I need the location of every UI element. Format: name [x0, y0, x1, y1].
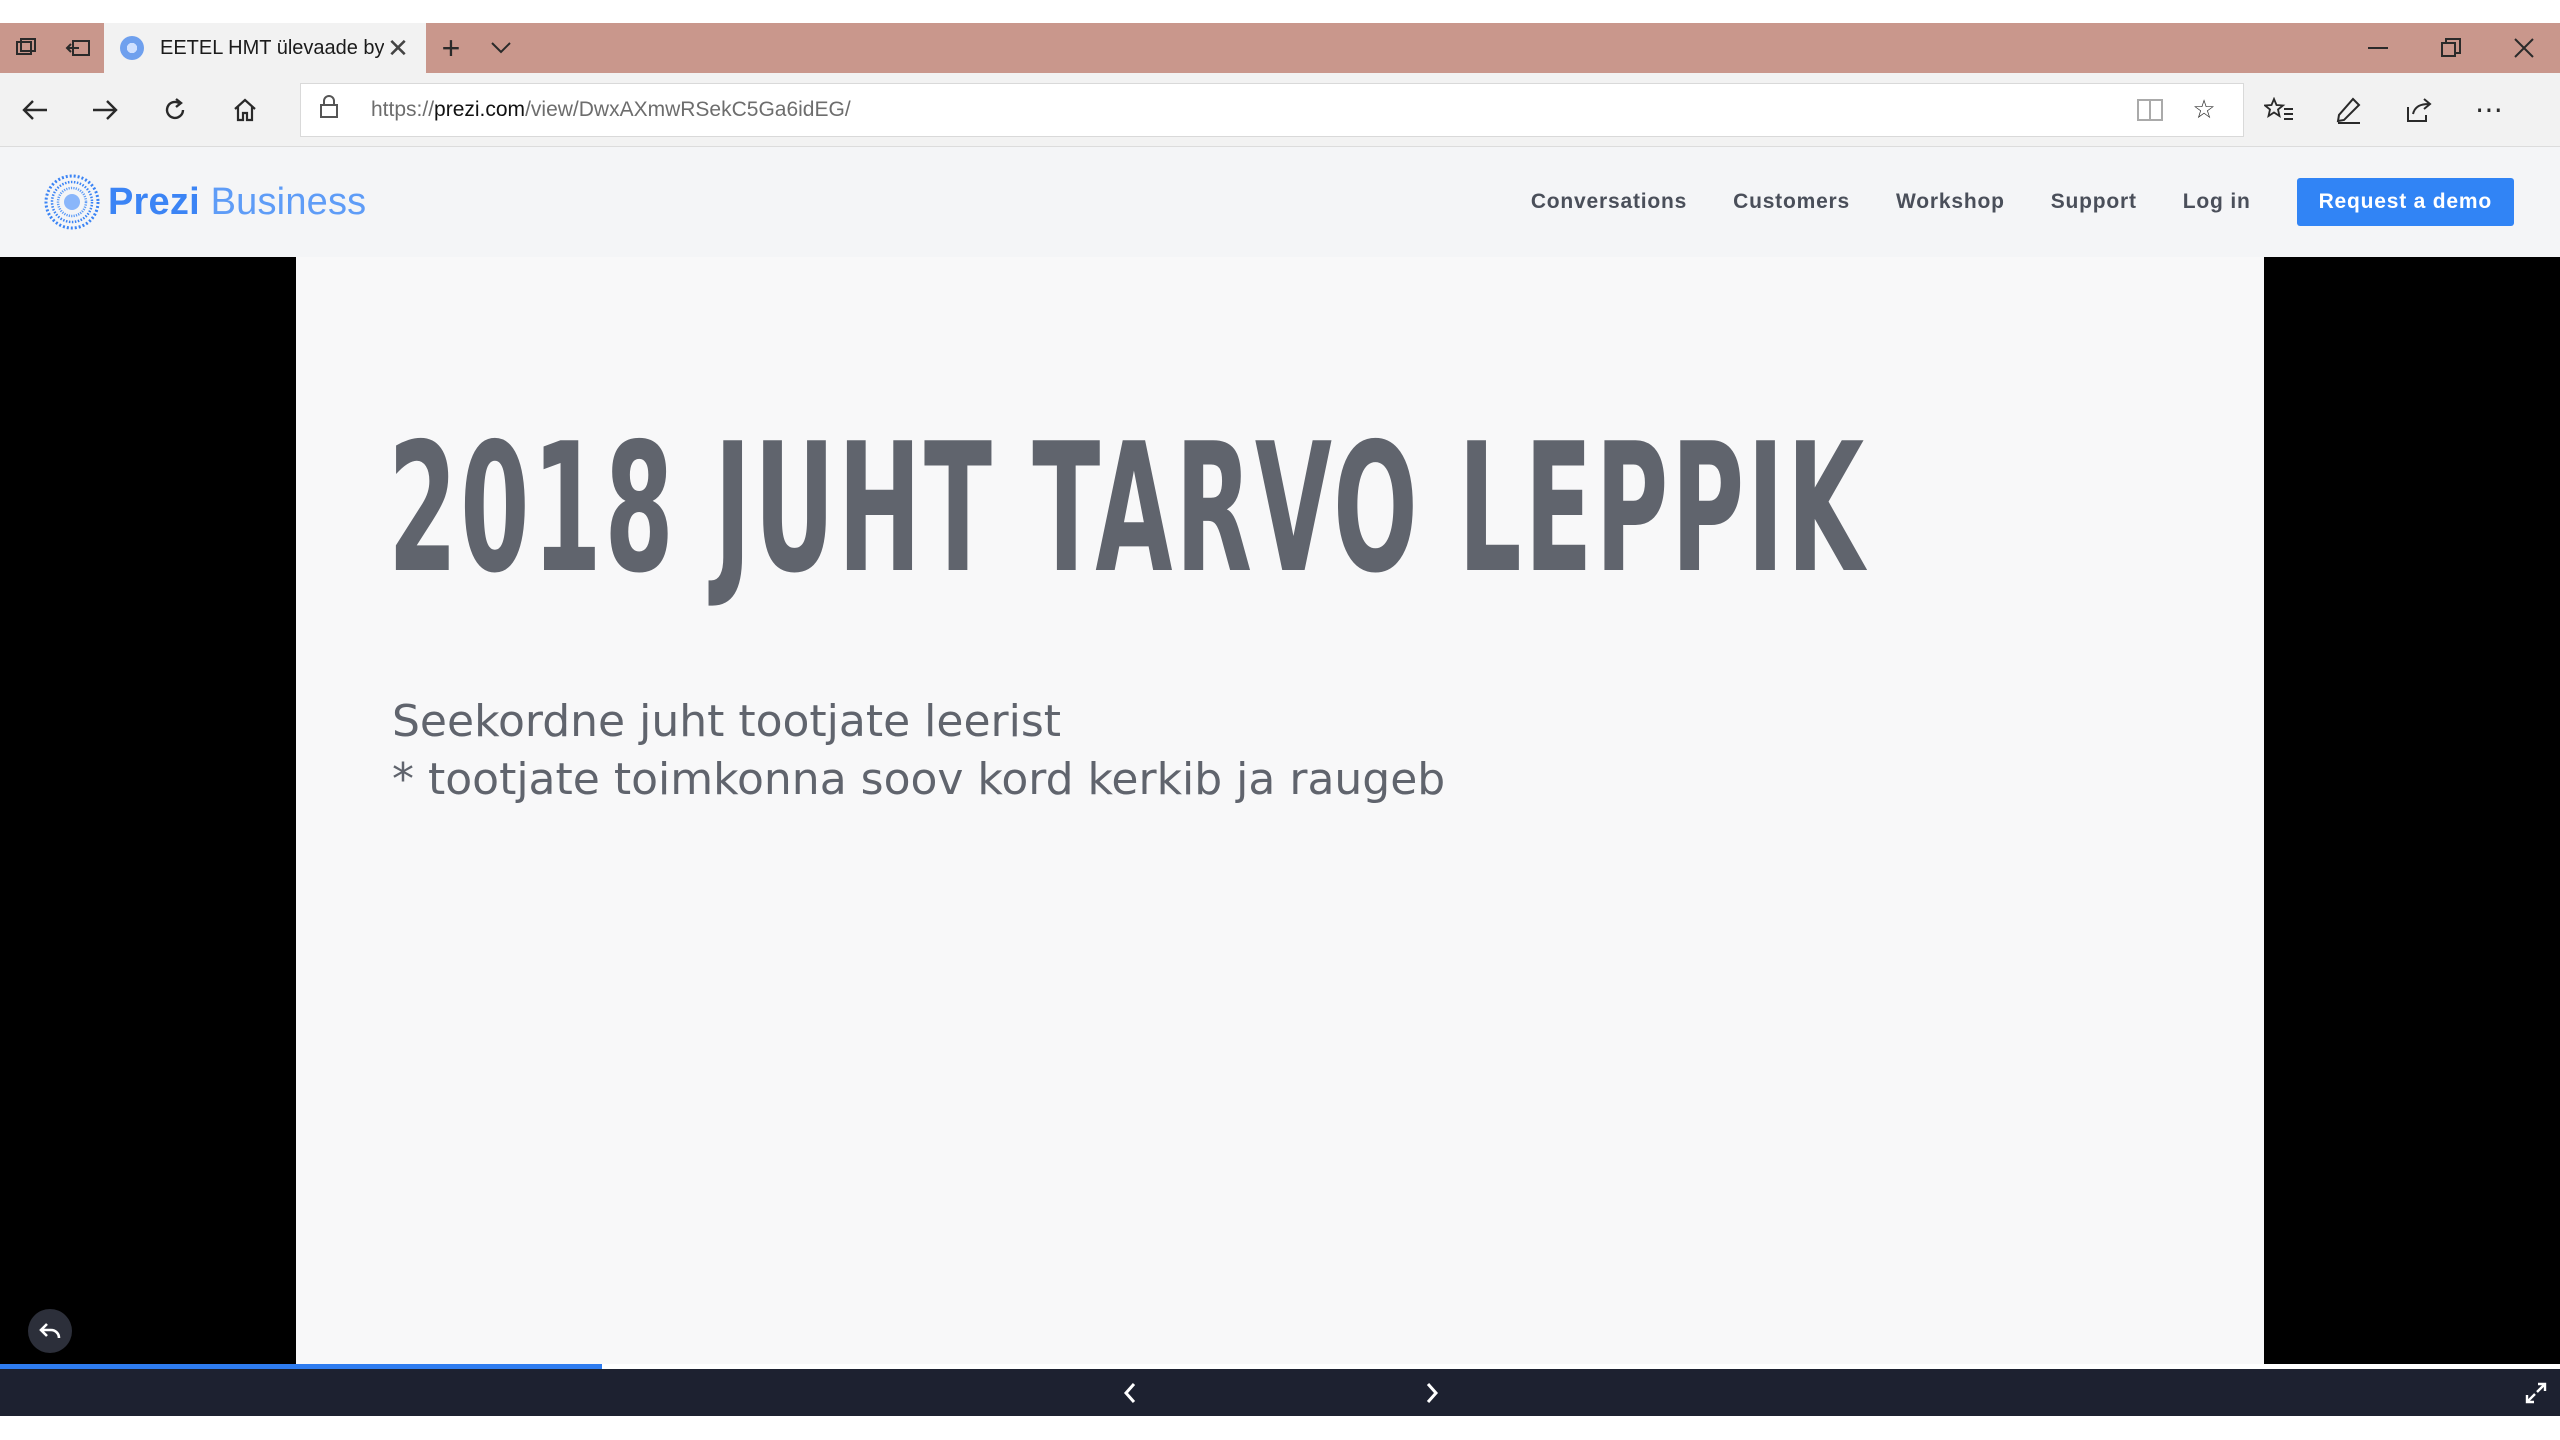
nav-customers[interactable]: Customers [1733, 190, 1850, 214]
active-tab[interactable]: EETEL HMT ülevaade by ✕ [104, 23, 426, 73]
close-window-icon[interactable] [2487, 23, 2560, 73]
slide-canvas[interactable]: 2018 JUHT TARVO LEPPIK Seekordne juht to… [296, 257, 2264, 1364]
nav-support[interactable]: Support [2051, 190, 2137, 214]
slide-subtitle: Seekordne juht tootjate leerist * tootja… [392, 693, 1445, 809]
presentation-stage: 2018 JUHT TARVO LEPPIK Seekordne juht to… [0, 257, 2560, 1364]
favorite-star-icon[interactable]: ☆ [2177, 94, 2231, 125]
close-tab-icon[interactable]: ✕ [384, 33, 412, 64]
restore-icon[interactable] [2414, 23, 2487, 73]
url-field[interactable]: https://prezi.com/view/DwxAXmwRSekC5Ga6i… [300, 82, 2244, 137]
share-icon[interactable] [2384, 73, 2454, 147]
pen-notes-icon[interactable] [2314, 73, 2384, 147]
window-top-strip [0, 0, 2560, 23]
player-controls [0, 1369, 2560, 1416]
site-nav: Conversations Customers Workshop Support… [1485, 178, 2514, 226]
tab-preview-icon[interactable] [0, 23, 52, 73]
minimize-icon[interactable] [2341, 23, 2414, 73]
window-bottom-strip [0, 1416, 2560, 1440]
refresh-icon[interactable] [140, 73, 210, 147]
tab-list-chevron-icon[interactable] [476, 23, 526, 73]
back-to-overview-icon[interactable] [28, 1309, 72, 1353]
address-bar-row: https://prezi.com/view/DwxAXmwRSekC5Ga6i… [0, 73, 2560, 147]
request-demo-button[interactable]: Request a demo [2296, 178, 2514, 226]
logo-text: Prezi Business [108, 180, 367, 223]
slide-subtitle-line-2: * tootjate toimkonna soov kord kerkib ja… [392, 754, 1446, 805]
slide-subtitle-line-1: Seekordne juht tootjate leerist [392, 696, 1062, 747]
reading-view-icon[interactable] [2123, 98, 2177, 121]
tab-bar: EETEL HMT ülevaade by ✕ + [0, 23, 2560, 73]
new-tab-icon[interactable]: + [426, 23, 476, 73]
favorites-list-icon[interactable] [2244, 73, 2314, 147]
nav-log-in[interactable]: Log in [2183, 190, 2251, 214]
home-icon[interactable] [210, 73, 280, 147]
next-step-icon[interactable] [1412, 1369, 1452, 1416]
prezi-logo-mark-icon [44, 174, 100, 230]
more-menu-icon[interactable]: ⋯ [2454, 73, 2524, 147]
prezi-business-logo[interactable]: Prezi Business [44, 174, 366, 230]
slide-title: 2018 JUHT TARVO LEPPIK [388, 405, 1867, 612]
nav-workshop[interactable]: Workshop [1896, 190, 2005, 214]
site-header: Prezi Business Conversations Customers W… [0, 147, 2560, 257]
prezi-favicon-icon [120, 36, 144, 60]
nav-conversations[interactable]: Conversations [1531, 190, 1687, 214]
forward-arrow-icon[interactable] [70, 73, 140, 147]
lock-icon [319, 95, 349, 124]
fullscreen-icon[interactable] [2516, 1369, 2556, 1416]
set-tabs-aside-icon[interactable] [52, 23, 104, 73]
url-text: https://prezi.com/view/DwxAXmwRSekC5Ga6i… [371, 97, 851, 121]
tab-title: EETEL HMT ülevaade by [160, 36, 384, 59]
back-arrow-icon[interactable] [0, 73, 70, 147]
previous-step-icon[interactable] [1110, 1369, 1150, 1416]
